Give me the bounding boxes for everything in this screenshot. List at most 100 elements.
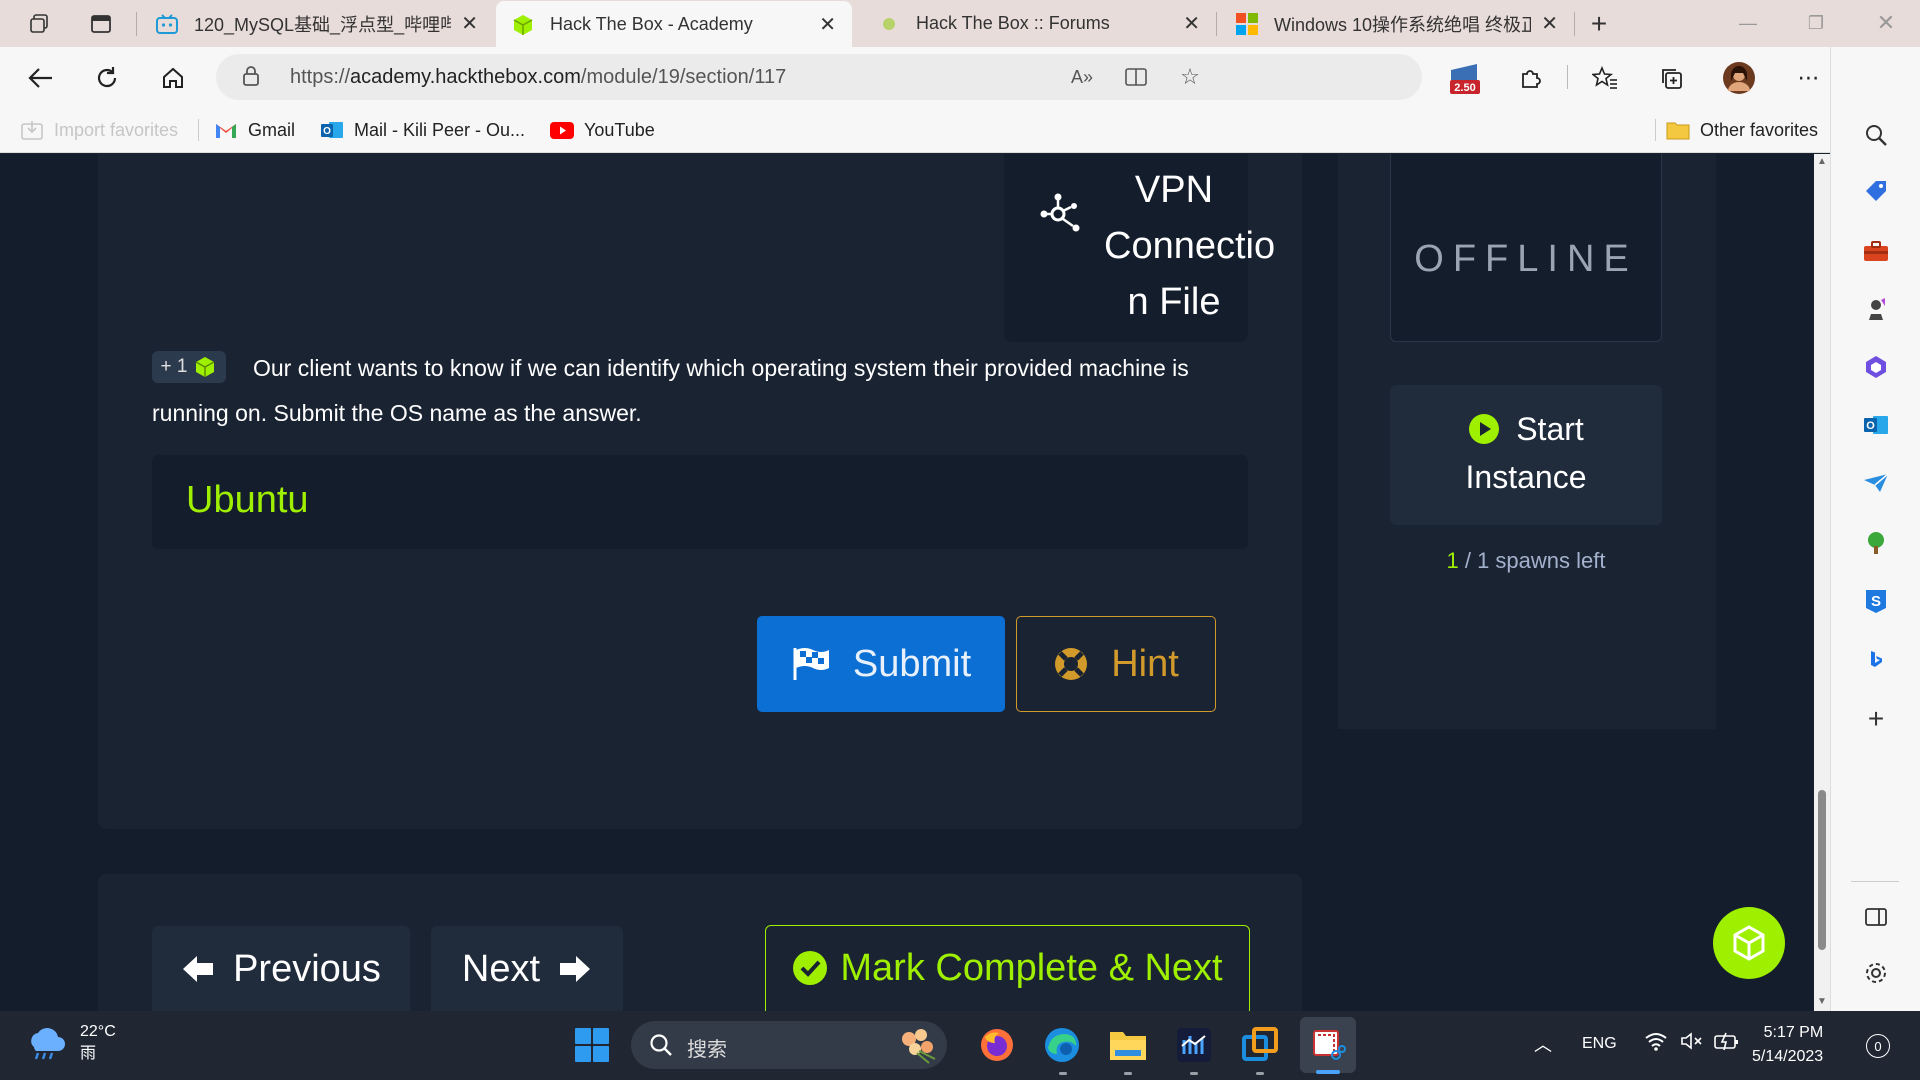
more-menu-icon[interactable]: ⋯	[1790, 59, 1828, 97]
taskbar-search[interactable]: 搜索	[631, 1021, 947, 1069]
wifi-icon[interactable]	[1644, 1031, 1668, 1056]
checkered-flag-icon	[793, 648, 829, 680]
close-window-icon[interactable]: ✕	[1866, 8, 1906, 38]
settings-gear-icon[interactable]	[1858, 955, 1894, 991]
address-bar[interactable]: https://academy.hackthebox.com/module/19…	[216, 54, 1422, 100]
split-screen-icon[interactable]	[1122, 63, 1150, 91]
arrow-right-icon	[560, 956, 591, 982]
start-label: Start	[1516, 411, 1584, 447]
back-icon[interactable]	[22, 59, 60, 97]
stock-app-icon[interactable]	[1172, 1023, 1216, 1067]
workspaces-icon[interactable]	[24, 9, 54, 39]
hint-button[interactable]: Hint	[1016, 616, 1216, 712]
date: 5/14/2023	[1752, 1048, 1824, 1065]
weather-widget[interactable]: 22°C 雨	[26, 1021, 116, 1065]
lock-icon[interactable]	[242, 65, 260, 92]
s-app-icon[interactable]: S	[1858, 583, 1894, 619]
restore-icon[interactable]: ❐	[1796, 8, 1836, 38]
new-tab-icon[interactable]: +	[1584, 8, 1614, 39]
other-favorites[interactable]: Other favorites	[1666, 117, 1818, 143]
outlook-sidebar-icon[interactable]: O	[1858, 407, 1894, 443]
htb-chat-button[interactable]	[1713, 907, 1785, 979]
outlook-icon: O	[320, 119, 344, 141]
shopping-tag-icon[interactable]	[1858, 173, 1894, 209]
tree-icon[interactable]	[1858, 525, 1894, 561]
rain-cloud-icon	[31, 1028, 65, 1060]
edge-browser-icon[interactable]	[1040, 1023, 1084, 1067]
mark-complete-next-button[interactable]: Mark Complete & Next	[765, 925, 1250, 1011]
file-explorer-icon[interactable]	[1106, 1023, 1150, 1067]
volume-muted-icon[interactable]	[1680, 1031, 1704, 1056]
weather-condition: 雨	[80, 1045, 97, 1062]
cube-outline-icon	[1733, 925, 1765, 961]
add-sidebar-app-icon[interactable]: +	[1858, 701, 1894, 737]
close-tab-icon[interactable]: ✕	[1183, 11, 1200, 36]
profile-avatar[interactable]	[1720, 59, 1758, 97]
htb-forum-icon	[878, 13, 900, 35]
read-aloud-icon[interactable]: A»	[1068, 63, 1096, 91]
tools-briefcase-icon[interactable]	[1858, 233, 1894, 269]
battery-charging-icon[interactable]	[1714, 1031, 1740, 1056]
tab-title: Hack The Box - Academy	[550, 14, 753, 34]
language-indicator[interactable]: ENG	[1582, 1035, 1617, 1053]
start-windows-icon[interactable]	[570, 1023, 614, 1067]
close-tab-icon[interactable]: ✕	[819, 12, 836, 37]
search-icon	[650, 1034, 672, 1056]
tab-actions-icon[interactable]	[86, 9, 116, 39]
start-instance-button[interactable]: Start Instance	[1390, 385, 1662, 525]
home-icon[interactable]	[154, 59, 192, 97]
gmail-label: Gmail	[248, 119, 296, 140]
instance-label: Instance	[1465, 459, 1587, 495]
notification-count[interactable]: 0	[1866, 1034, 1890, 1058]
answer-input[interactable]: Ubuntu	[152, 455, 1248, 549]
scroll-up-icon[interactable]: ▲	[1816, 156, 1828, 167]
vpn-connection-file[interactable]: VPN Connectio n File	[1004, 154, 1276, 342]
extension-badge-icon[interactable]: 2.50	[1446, 59, 1484, 97]
collections-icon[interactable]	[1652, 59, 1690, 97]
url-text[interactable]: https://academy.hackthebox.com/module/19…	[290, 66, 786, 89]
hide-sidebar-icon[interactable]	[1858, 899, 1894, 935]
favorites-icon[interactable]	[1586, 59, 1624, 97]
previous-label: Previous	[233, 947, 381, 990]
show-hidden-icons[interactable]: ︿	[1534, 1031, 1552, 1057]
page-scrollbar[interactable]: ▲ ▼	[1814, 154, 1830, 1011]
refresh-icon[interactable]	[88, 59, 126, 97]
temperature: 22°C	[80, 1023, 116, 1040]
favorite-youtube[interactable]: YouTube	[550, 117, 655, 143]
scroll-down-icon[interactable]: ▼	[1816, 996, 1828, 1007]
next-button[interactable]: Next	[431, 926, 623, 1011]
edge-sidebar: O S +	[1830, 47, 1920, 1011]
reward-badge-label: + 1	[160, 356, 188, 377]
close-tab-icon[interactable]: ✕	[461, 11, 478, 36]
firefox-icon[interactable]	[975, 1023, 1019, 1067]
mail-label: Mail - Kili Peer - Ou...	[354, 119, 526, 140]
tab-htb-academy[interactable]: Hack The Box - Academy ✕	[496, 1, 852, 48]
snipping-tool-icon[interactable]	[1306, 1023, 1350, 1067]
add-favorite-icon[interactable]: ☆	[1176, 63, 1204, 91]
submit-button[interactable]: Submit	[757, 616, 1005, 712]
previous-button[interactable]: Previous	[152, 926, 410, 1011]
extensions-icon[interactable]	[1512, 59, 1550, 97]
clock[interactable]: 5:17 PM 5/14/2023	[1752, 1021, 1823, 1069]
time: 5:17 PM	[1763, 1024, 1824, 1041]
send-plane-icon[interactable]	[1858, 465, 1894, 501]
bing-small-icon[interactable]	[1858, 641, 1894, 677]
lifebuoy-icon	[1055, 648, 1088, 680]
import-favorites[interactable]: Import favorites	[20, 117, 178, 143]
close-tab-icon[interactable]: ✕	[1541, 11, 1558, 36]
vpn-label: VPN Connectio n File	[1104, 169, 1276, 323]
tab-bilibili[interactable]: 120_MySQL基础_浮点型_哔哩哔哩 ✕	[140, 0, 494, 47]
question-text: Our client wants to know if we can ident…	[152, 355, 1189, 426]
minimize-icon[interactable]: —	[1728, 8, 1768, 38]
favorite-outlook-mail[interactable]: O Mail - Kili Peer - Ou...	[320, 117, 525, 143]
microsoft365-icon[interactable]	[1858, 349, 1894, 385]
tab-title: Windows 10操作系统绝唱 终极正	[1274, 14, 1532, 35]
mark-complete-label: Mark Complete & Next	[840, 946, 1223, 989]
search-icon[interactable]	[1858, 117, 1894, 153]
tab-windows[interactable]: Windows 10操作系统绝唱 终极正 ✕	[1220, 0, 1574, 47]
favorite-gmail[interactable]: Gmail	[214, 117, 295, 143]
vmware-icon[interactable]	[1238, 1023, 1282, 1067]
tab-htb-forums[interactable]: Hack The Box :: Forums ✕	[862, 0, 1216, 47]
scrollbar-thumb[interactable]	[1818, 790, 1826, 950]
games-chess-icon[interactable]	[1858, 291, 1894, 327]
